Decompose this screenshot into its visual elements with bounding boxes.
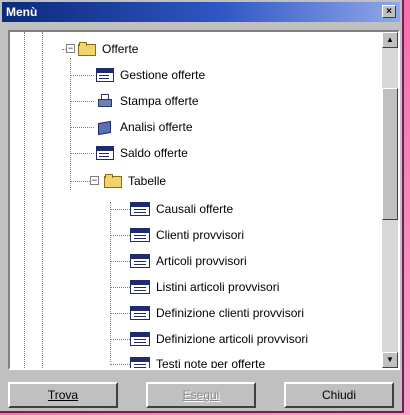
tree-guide-line bbox=[70, 58, 71, 190]
tree-item-definizione-articoli-provvisori[interactable]: Definizione articoli provvisori bbox=[130, 328, 308, 350]
tree-item-stampa-offerte[interactable]: Stampa offerte bbox=[96, 90, 199, 112]
table-icon bbox=[130, 332, 150, 346]
execute-button[interactable]: Esegui bbox=[146, 382, 256, 408]
collapse-icon[interactable]: − bbox=[66, 44, 75, 53]
tree-item-testi-note-per-offerte[interactable]: Testi note per offerte bbox=[130, 353, 265, 368]
tree-node-label: Offerte bbox=[102, 42, 139, 56]
cube-icon bbox=[96, 119, 114, 135]
folder-open-icon bbox=[78, 42, 96, 56]
folder-open-icon bbox=[104, 174, 122, 188]
find-button[interactable]: Trova bbox=[8, 382, 118, 408]
tree-guide-line bbox=[24, 32, 25, 368]
vertical-scrollbar[interactable]: ▲ ▼ bbox=[382, 32, 398, 368]
tree-guide-line bbox=[42, 32, 43, 368]
tree-item-definizione-clienti-provvisori[interactable]: Definizione clienti provvisori bbox=[130, 302, 304, 324]
close-icon[interactable]: × bbox=[382, 5, 396, 18]
window-icon bbox=[96, 146, 114, 160]
scrollbar-thumb[interactable] bbox=[382, 88, 398, 220]
tree-item-gestione-offerte[interactable]: Gestione offerte bbox=[96, 64, 205, 86]
printer-icon bbox=[96, 93, 114, 109]
tree-node-offerte[interactable]: Offerte bbox=[78, 38, 138, 60]
table-icon bbox=[130, 280, 150, 294]
tree-item-listini-articoli-provvisori[interactable]: Listini articoli provvisori bbox=[130, 276, 279, 298]
tree-item-articoli-provvisori[interactable]: Articoli provvisori bbox=[130, 250, 247, 272]
table-icon bbox=[130, 306, 150, 320]
window-icon bbox=[96, 68, 114, 82]
collapse-icon[interactable]: − bbox=[90, 176, 99, 185]
table-icon bbox=[130, 202, 150, 216]
tree-guide-line bbox=[110, 202, 111, 362]
scroll-down-icon[interactable]: ▼ bbox=[382, 352, 398, 368]
window-title: Menù bbox=[6, 5, 38, 19]
title-bar[interactable]: Menù × bbox=[2, 2, 400, 22]
tree-item-analisi-offerte[interactable]: Analisi offerte bbox=[96, 116, 193, 138]
tree-item-clienti-provvisori[interactable]: Clienti provvisori bbox=[130, 224, 244, 246]
menu-tree[interactable]: − Offerte Gestione offerte Stampa offert… bbox=[8, 30, 400, 370]
scroll-up-icon[interactable]: ▲ bbox=[382, 32, 398, 48]
close-button[interactable]: Chiudi bbox=[284, 382, 394, 408]
tree-item-saldo-offerte[interactable]: Saldo offerte bbox=[96, 142, 188, 164]
tree-node-tabelle[interactable]: Tabelle bbox=[104, 170, 166, 192]
table-icon bbox=[130, 357, 150, 368]
table-icon bbox=[130, 228, 150, 242]
table-icon bbox=[130, 254, 150, 268]
menu-window: Menù × − Offerte Gestione offerte Stampa… bbox=[0, 0, 404, 413]
tree-item-causali-offerte[interactable]: Causali offerte bbox=[130, 198, 233, 220]
